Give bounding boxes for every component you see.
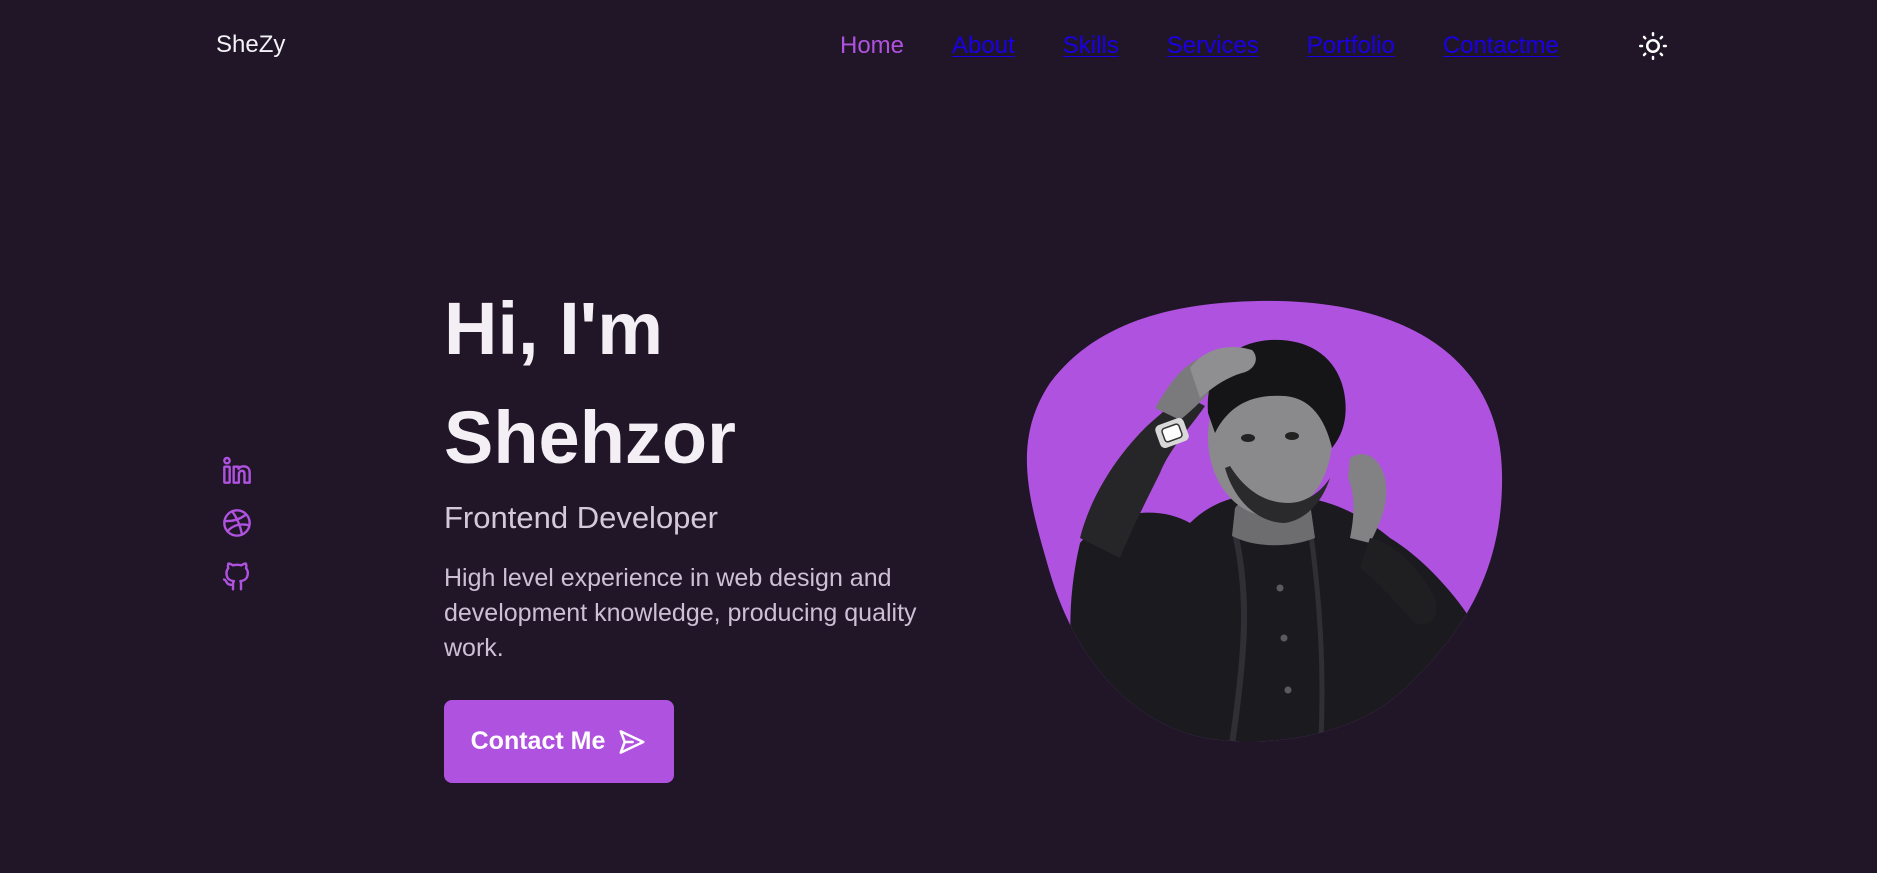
- hero-title-line-2: Shehzor: [444, 396, 736, 479]
- profile-blob: [1026, 300, 1503, 742]
- nav-link-contactme[interactable]: Contactme: [1443, 32, 1559, 60]
- nav-link-about[interactable]: About: [952, 32, 1015, 60]
- hero-title: Hi, I'm Shehzor: [444, 274, 964, 492]
- hero-subtitle: Frontend Developer: [444, 500, 718, 535]
- dribbble-icon[interactable]: [221, 507, 253, 539]
- logo[interactable]: SheZy: [216, 31, 285, 59]
- hero-title-line-1: Hi, I'm: [444, 287, 664, 370]
- header: SheZy Home About Skills Services Portfol…: [0, 0, 1877, 92]
- github-icon[interactable]: [221, 560, 253, 592]
- send-icon: [619, 729, 645, 754]
- social-links: [221, 454, 253, 613]
- hero-description: High level experience in web design and …: [444, 564, 917, 662]
- nav-link-services[interactable]: Services: [1167, 32, 1259, 60]
- linkedin-icon[interactable]: [221, 454, 253, 486]
- hero-text: Hi, I'm Shehzor Frontend Developer High …: [444, 274, 964, 666]
- contact-me-button[interactable]: Contact Me: [444, 700, 674, 783]
- profile-photo: [1020, 298, 1504, 748]
- contact-me-button-label: Contact Me: [470, 727, 606, 755]
- sun-icon[interactable]: [1638, 31, 1668, 61]
- nav-link-portfolio[interactable]: Portfolio: [1307, 32, 1395, 60]
- main-nav: Home About Skills Services Portfolio Con…: [840, 30, 1559, 62]
- nav-link-home[interactable]: Home: [840, 32, 904, 60]
- nav-link-skills[interactable]: Skills: [1063, 32, 1119, 60]
